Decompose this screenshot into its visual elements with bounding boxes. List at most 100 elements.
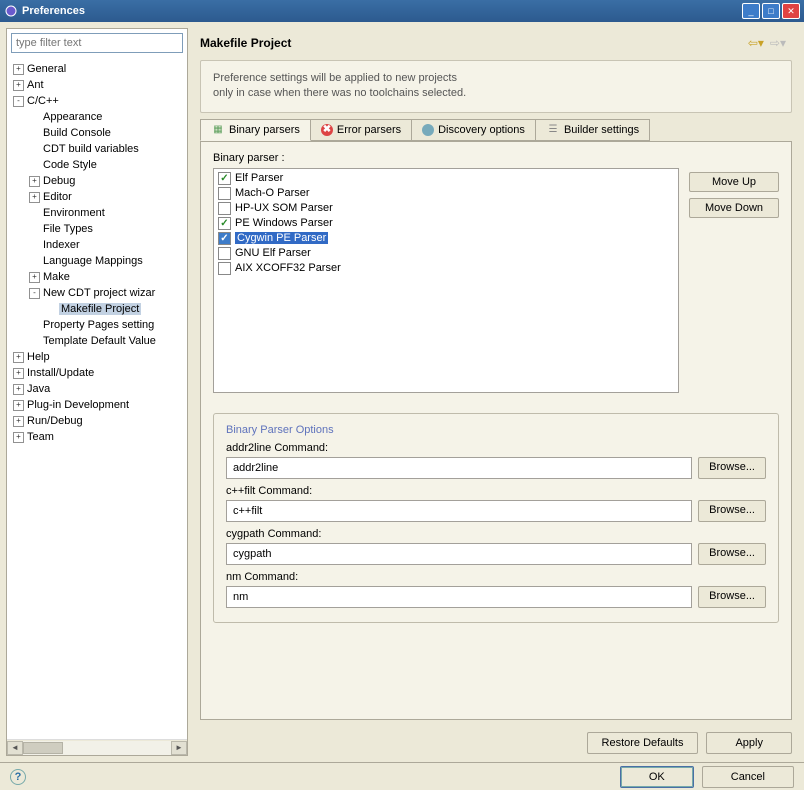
addr2line-input[interactable] <box>226 457 692 479</box>
ok-button[interactable]: OK <box>620 766 694 788</box>
collapse-icon[interactable]: - <box>13 96 24 107</box>
tab-error-parsers[interactable]: ✖ Error parsers <box>310 119 412 141</box>
back-button[interactable]: ⇦▾ <box>748 36 764 50</box>
cygpath-browse-button[interactable]: Browse... <box>698 543 766 565</box>
checkbox[interactable] <box>218 247 231 260</box>
parser-item[interactable]: ✓ Elf Parser <box>216 171 676 186</box>
close-button[interactable]: ✕ <box>782 3 800 19</box>
tree-item[interactable]: +General <box>9 61 185 77</box>
tree-item[interactable]: Template Default Value <box>9 333 185 349</box>
scroll-track[interactable] <box>23 741 171 755</box>
binary-parser-list[interactable]: ✓ Elf Parser Mach-O ParserHP-UX SOM Parser… <box>213 168 679 393</box>
cppfilt-browse-button[interactable]: Browse... <box>698 500 766 522</box>
cygpath-input[interactable] <box>226 543 692 565</box>
nm-browse-button[interactable]: Browse... <box>698 586 766 608</box>
scroll-left-button[interactable]: ◄ <box>7 741 23 755</box>
tree-item[interactable]: Indexer <box>9 237 185 253</box>
restore-defaults-button[interactable]: Restore Defaults <box>587 732 699 754</box>
horizontal-scrollbar[interactable]: ◄ ► <box>7 739 187 755</box>
parser-item[interactable]: AIX XCOFF32 Parser <box>216 261 676 276</box>
maximize-button[interactable]: □ <box>762 3 780 19</box>
move-up-button[interactable]: Move Up <box>689 172 779 192</box>
cancel-button[interactable]: Cancel <box>702 766 794 788</box>
tree-item[interactable]: -New CDT project wizar <box>9 285 185 301</box>
expand-icon[interactable]: + <box>13 384 24 395</box>
minimize-button[interactable]: _ <box>742 3 760 19</box>
error-icon: ✖ <box>321 124 333 136</box>
parser-item[interactable]: ✓PE Windows Parser <box>216 216 676 231</box>
scroll-thumb[interactable] <box>23 742 63 754</box>
tab-binary-parsers[interactable]: ▦ Binary parsers <box>200 119 311 141</box>
move-down-button[interactable]: Move Down <box>689 198 779 218</box>
tree-item[interactable]: +Run/Debug <box>9 413 185 429</box>
tree-item[interactable]: Environment <box>9 205 185 221</box>
tree-item-label: C/C++ <box>27 95 59 107</box>
tab-builder-settings[interactable]: ☰ Builder settings <box>535 119 650 141</box>
preferences-tree[interactable]: +General+Ant-C/C++AppearanceBuild Consol… <box>7 57 187 739</box>
nm-label: nm Command: <box>226 571 766 583</box>
tree-spacer <box>29 112 40 123</box>
tree-item[interactable]: +Ant <box>9 77 185 93</box>
expand-icon[interactable]: + <box>29 192 40 203</box>
tree-item-label: Property Pages setting <box>43 319 154 331</box>
app-icon <box>4 4 18 18</box>
tree-item[interactable]: +Debug <box>9 173 185 189</box>
collapse-icon[interactable]: - <box>29 288 40 299</box>
tree-item[interactable]: +Team <box>9 429 185 445</box>
expand-icon[interactable]: + <box>13 368 24 379</box>
help-icon[interactable]: ? <box>10 769 26 785</box>
expand-icon[interactable]: + <box>13 352 24 363</box>
info-message: Preference settings will be applied to n… <box>200 60 792 113</box>
tree-item[interactable]: +Java <box>9 381 185 397</box>
tree-item[interactable]: Appearance <box>9 109 185 125</box>
checkbox[interactable] <box>218 187 231 200</box>
checkbox[interactable] <box>218 262 231 275</box>
tree-item[interactable]: +Help <box>9 349 185 365</box>
tree-item[interactable]: +Plug-in Development <box>9 397 185 413</box>
parser-item[interactable]: GNU Elf Parser <box>216 246 676 261</box>
expand-icon[interactable]: + <box>13 416 24 427</box>
tree-item[interactable]: Property Pages setting <box>9 317 185 333</box>
filter-input[interactable] <box>11 33 183 53</box>
tree-item[interactable]: File Types <box>9 221 185 237</box>
tree-spacer <box>29 240 40 251</box>
checkbox[interactable]: ✓ <box>218 172 231 185</box>
parser-item[interactable]: Mach-O Parser <box>216 186 676 201</box>
checkbox[interactable]: ✓ <box>218 232 231 245</box>
tree-item[interactable]: +Make <box>9 269 185 285</box>
parser-label: GNU Elf Parser <box>235 247 311 259</box>
nav-panel: +General+Ant-C/C++AppearanceBuild Consol… <box>6 28 188 756</box>
tree-item[interactable]: Build Console <box>9 125 185 141</box>
tree-item[interactable]: Code Style <box>9 157 185 173</box>
cppfilt-input[interactable] <box>226 500 692 522</box>
title-bar: Preferences _ □ ✕ <box>0 0 804 22</box>
checkbox[interactable] <box>218 202 231 215</box>
parser-item[interactable]: HP-UX SOM Parser <box>216 201 676 216</box>
expand-icon[interactable]: + <box>13 400 24 411</box>
tree-item[interactable]: +Install/Update <box>9 365 185 381</box>
parser-label: Elf Parser <box>235 172 283 184</box>
tree-spacer <box>29 128 40 139</box>
checkbox[interactable]: ✓ <box>218 217 231 230</box>
apply-button[interactable]: Apply <box>706 732 792 754</box>
nm-input[interactable] <box>226 586 692 608</box>
tree-item[interactable]: Language Mappings <box>9 253 185 269</box>
tab-discovery-options[interactable]: Discovery options <box>411 119 536 141</box>
expand-icon[interactable]: + <box>29 272 40 283</box>
parser-item[interactable]: ✓Cygwin PE Parser <box>216 231 676 246</box>
forward-button[interactable]: ⇨▾ <box>770 36 786 50</box>
expand-icon[interactable]: + <box>29 176 40 187</box>
tree-item-label: CDT build variables <box>43 143 139 155</box>
expand-icon[interactable]: + <box>13 64 24 75</box>
expand-icon[interactable]: + <box>13 432 24 443</box>
tree-item[interactable]: +Editor <box>9 189 185 205</box>
tree-item[interactable]: Makefile Project <box>9 301 185 317</box>
tree-item[interactable]: CDT build variables <box>9 141 185 157</box>
expand-icon[interactable]: + <box>13 80 24 91</box>
addr2line-browse-button[interactable]: Browse... <box>698 457 766 479</box>
parser-label: AIX XCOFF32 Parser <box>235 262 341 274</box>
tree-item-label: Indexer <box>43 239 80 251</box>
tree-item[interactable]: -C/C++ <box>9 93 185 109</box>
tree-item-label: Debug <box>43 175 75 187</box>
scroll-right-button[interactable]: ► <box>171 741 187 755</box>
